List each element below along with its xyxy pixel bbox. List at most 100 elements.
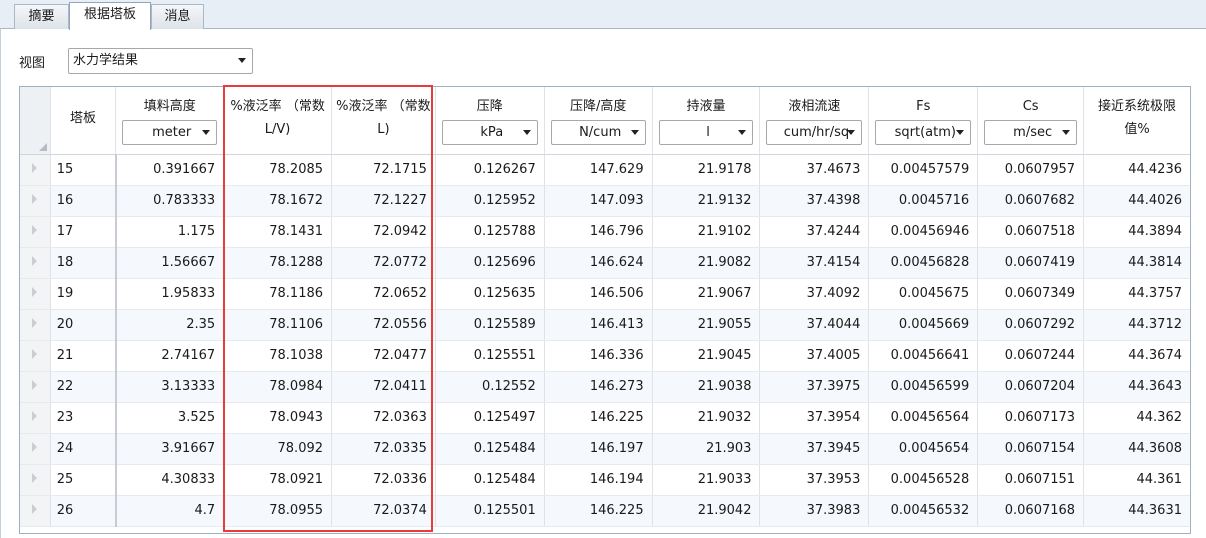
table-cell[interactable]: 0.125589 xyxy=(435,309,545,341)
table-cell[interactable]: 37.3953 xyxy=(759,464,870,496)
tab-by-stage[interactable]: 根据塔板 xyxy=(69,2,151,30)
table-cell[interactable]: 2.35 xyxy=(115,309,225,341)
table-cell[interactable]: 21.9132 xyxy=(652,185,761,217)
table-cell[interactable]: 0.126267 xyxy=(435,154,545,186)
table-cell[interactable]: 0.00456564 xyxy=(868,402,979,434)
table-cell[interactable]: 0.0045654 xyxy=(868,433,979,465)
table-row[interactable]: 24 3.91667 78.092 72.0335 0.125484 146.197 21.… xyxy=(20,433,1190,465)
table-cell[interactable]: 44.3643 xyxy=(1083,371,1190,403)
table-cell[interactable]: 72.0411 xyxy=(331,371,436,403)
col-header-pressure-drop-per-height[interactable]: 压降/高度 N/cum xyxy=(544,87,653,155)
stage-number-cell[interactable]: 15 xyxy=(50,154,117,186)
table-cell[interactable]: 0.00456946 xyxy=(868,216,979,248)
table-cell[interactable]: 0.125497 xyxy=(435,402,545,434)
col-header-packing-height[interactable]: 填料高度 meter xyxy=(115,87,225,155)
table-cell[interactable]: 78.0984 xyxy=(223,371,333,403)
table-cell[interactable]: 3.91667 xyxy=(115,433,225,465)
table-cell[interactable]: 44.3894 xyxy=(1083,216,1190,248)
table-cell[interactable]: 0.0607173 xyxy=(977,402,1085,434)
stage-number-cell[interactable]: 16 xyxy=(50,185,117,217)
table-cell[interactable]: 78.0921 xyxy=(223,464,333,496)
row-header[interactable] xyxy=(20,154,51,186)
tab-summary[interactable]: 摘要 xyxy=(14,4,69,29)
unit-select-packing-height[interactable]: meter xyxy=(122,120,218,145)
col-header-cs[interactable]: Cs m/sec xyxy=(977,87,1085,155)
table-cell[interactable]: 21.9042 xyxy=(652,495,761,527)
table-cell[interactable]: 21.9082 xyxy=(652,247,761,279)
stage-number-cell[interactable]: 21 xyxy=(50,340,117,372)
table-cell[interactable]: 0.125501 xyxy=(435,495,545,527)
table-cell[interactable]: 0.00456828 xyxy=(868,247,979,279)
row-header[interactable] xyxy=(20,340,51,372)
table-cell[interactable]: 78.1672 xyxy=(223,185,333,217)
stage-number-cell[interactable]: 20 xyxy=(50,309,117,341)
table-cell[interactable]: 78.2085 xyxy=(223,154,333,186)
table-cell[interactable]: 78.1288 xyxy=(223,247,333,279)
table-row[interactable]: 26 4.7 78.0955 72.0374 0.125501 146.225 21.904… xyxy=(20,495,1190,527)
row-header[interactable] xyxy=(20,371,51,403)
table-cell[interactable]: 0.391667 xyxy=(115,154,225,186)
table-cell[interactable]: 146.225 xyxy=(544,495,653,527)
table-cell[interactable]: 78.1431 xyxy=(223,216,333,248)
table-cell[interactable]: 0.125551 xyxy=(435,340,545,372)
table-cell[interactable]: 1.56667 xyxy=(115,247,225,279)
row-header[interactable] xyxy=(20,433,51,465)
table-cell[interactable]: 0.125788 xyxy=(435,216,545,248)
view-select[interactable]: 水力学结果 xyxy=(68,48,253,74)
table-cell[interactable]: 37.3945 xyxy=(759,433,870,465)
table-cell[interactable]: 3.525 xyxy=(115,402,225,434)
table-cell[interactable]: 0.125484 xyxy=(435,433,545,465)
col-header-stage[interactable]: 塔板 xyxy=(50,87,117,155)
table-cell[interactable]: 78.1106 xyxy=(223,309,333,341)
table-cell[interactable]: 0.0607204 xyxy=(977,371,1085,403)
table-cell[interactable]: 37.4005 xyxy=(759,340,870,372)
unit-select-cs[interactable]: m/sec xyxy=(984,120,1078,145)
col-header-flooding-lv[interactable]: %液泛率 （常数L/V) xyxy=(223,87,333,155)
table-cell[interactable]: 0.00457579 xyxy=(868,154,979,186)
table-cell[interactable]: 37.4092 xyxy=(759,278,870,310)
stage-number-cell[interactable]: 24 xyxy=(50,433,117,465)
table-cell[interactable]: 146.273 xyxy=(544,371,653,403)
stage-number-cell[interactable]: 18 xyxy=(50,247,117,279)
table-cell[interactable]: 72.0556 xyxy=(331,309,436,341)
table-row[interactable]: 15 0.391667 78.2085 72.1715 0.126267 147.629 2… xyxy=(20,154,1190,186)
table-cell[interactable]: 0.125635 xyxy=(435,278,545,310)
table-cell[interactable]: 21.9033 xyxy=(652,464,761,496)
table-cell[interactable]: 44.3814 xyxy=(1083,247,1190,279)
unit-select-fs[interactable]: sqrt(atm) xyxy=(875,120,972,145)
table-cell[interactable]: 1.95833 xyxy=(115,278,225,310)
table-cell[interactable]: 72.0942 xyxy=(331,216,436,248)
table-row[interactable]: 16 0.783333 78.1672 72.1227 0.125952 147.093 2… xyxy=(20,185,1190,217)
table-row[interactable]: 20 2.35 78.1106 72.0556 0.125589 146.413 21.90… xyxy=(20,309,1190,341)
table-cell[interactable]: 147.629 xyxy=(544,154,653,186)
row-header[interactable] xyxy=(20,402,51,434)
table-cell[interactable]: 78.092 xyxy=(223,433,333,465)
table-cell[interactable]: 37.4673 xyxy=(759,154,870,186)
col-header-fs[interactable]: Fs sqrt(atm) xyxy=(868,87,979,155)
unit-select-pressure-drop[interactable]: kPa xyxy=(441,120,538,145)
table-cell[interactable]: 21.9032 xyxy=(652,402,761,434)
col-header-pressure-drop[interactable]: 压降 kPa xyxy=(435,87,545,155)
table-cell[interactable]: 147.093 xyxy=(544,185,653,217)
row-header[interactable] xyxy=(20,185,51,217)
table-cell[interactable]: 44.3674 xyxy=(1083,340,1190,372)
table-cell[interactable]: 0.00456528 xyxy=(868,464,979,496)
row-header[interactable] xyxy=(20,464,51,496)
col-header-holdup[interactable]: 持液量 l xyxy=(652,87,761,155)
table-cell[interactable]: 0.125696 xyxy=(435,247,545,279)
table-cell[interactable]: 0.0607349 xyxy=(977,278,1085,310)
table-row[interactable]: 21 2.74167 78.1038 72.0477 0.125551 146.336 21… xyxy=(20,340,1190,372)
table-cell[interactable]: 0.0607957 xyxy=(977,154,1085,186)
stage-number-cell[interactable]: 23 xyxy=(50,402,117,434)
table-row[interactable]: 19 1.95833 78.1186 72.0652 0.125635 146.506 21… xyxy=(20,278,1190,310)
table-cell[interactable]: 72.1715 xyxy=(331,154,436,186)
table-cell[interactable]: 44.3712 xyxy=(1083,309,1190,341)
col-header-flooding-l[interactable]: %液泛率 （常数L) xyxy=(331,87,436,155)
row-header[interactable] xyxy=(20,247,51,279)
table-cell[interactable]: 0.00456532 xyxy=(868,495,979,527)
unit-select-pressure-drop-per-height[interactable]: N/cum xyxy=(550,120,646,145)
table-cell[interactable]: 146.796 xyxy=(544,216,653,248)
table-cell[interactable]: 72.0363 xyxy=(331,402,436,434)
table-cell[interactable]: 72.0335 xyxy=(331,433,436,465)
table-cell[interactable]: 3.13333 xyxy=(115,371,225,403)
